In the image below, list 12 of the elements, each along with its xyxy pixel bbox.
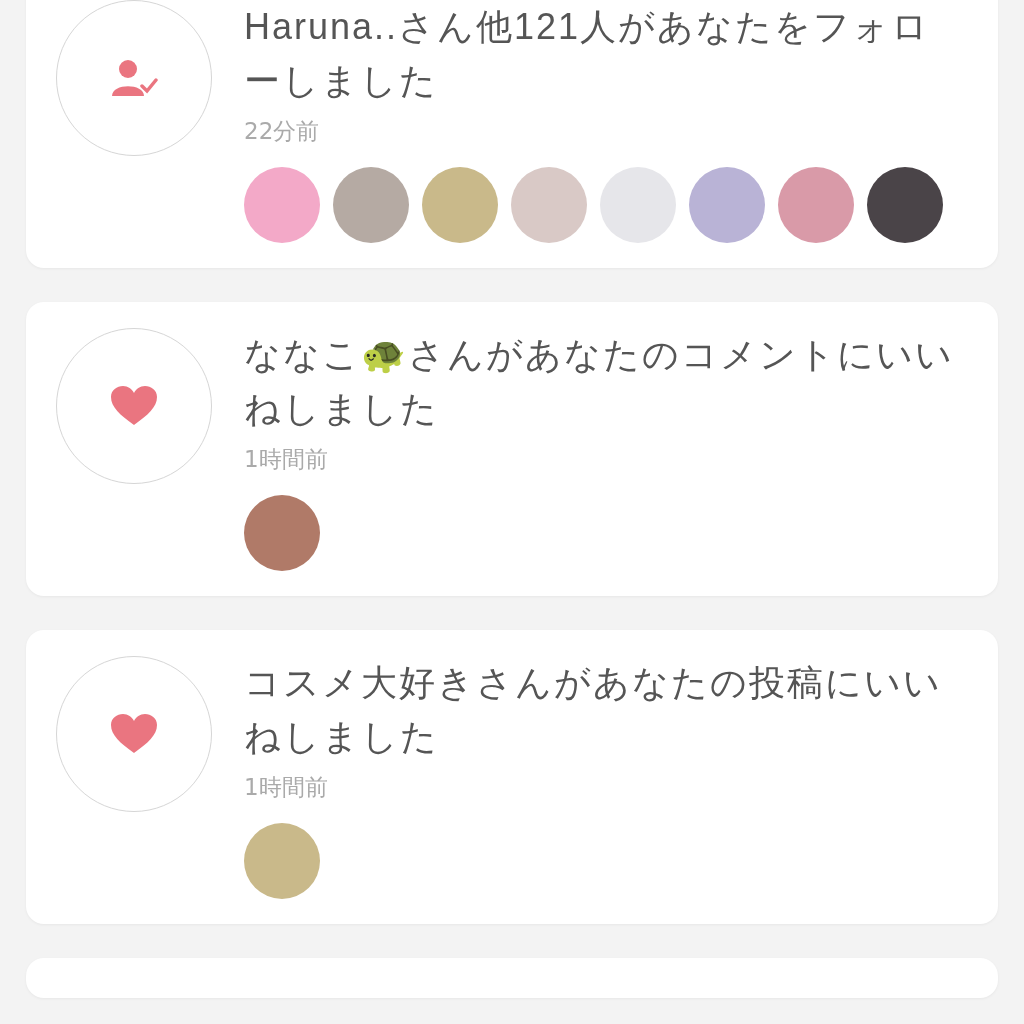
notification-text: コスメ大好きさんがあなたの投稿にいいねしました: [244, 661, 943, 759]
user-check-icon: [110, 57, 158, 99]
heart-icon: [110, 713, 158, 755]
timestamp: 1時間前: [244, 445, 329, 474]
notification-card[interactable]: Haruna..さん他121人があなたをフォローしました 22分前: [26, 0, 998, 268]
notification-card[interactable]: ななこ🐢さんがあなたのコメントにいいねしました 1時間前: [26, 302, 998, 596]
notification-card[interactable]: コスメ大好きさんがあなたの投稿にいいねしました 1時間前: [26, 630, 998, 924]
timestamp: 1時間前: [244, 773, 329, 802]
notification-text: Haruna..さん他121人があなたをフォローしました: [244, 5, 932, 103]
heart-icon: [110, 385, 158, 427]
timestamp: 22分前: [244, 117, 321, 146]
notification-text: ななこ🐢さんがあなたのコメントにいいねしました: [244, 333, 955, 431]
